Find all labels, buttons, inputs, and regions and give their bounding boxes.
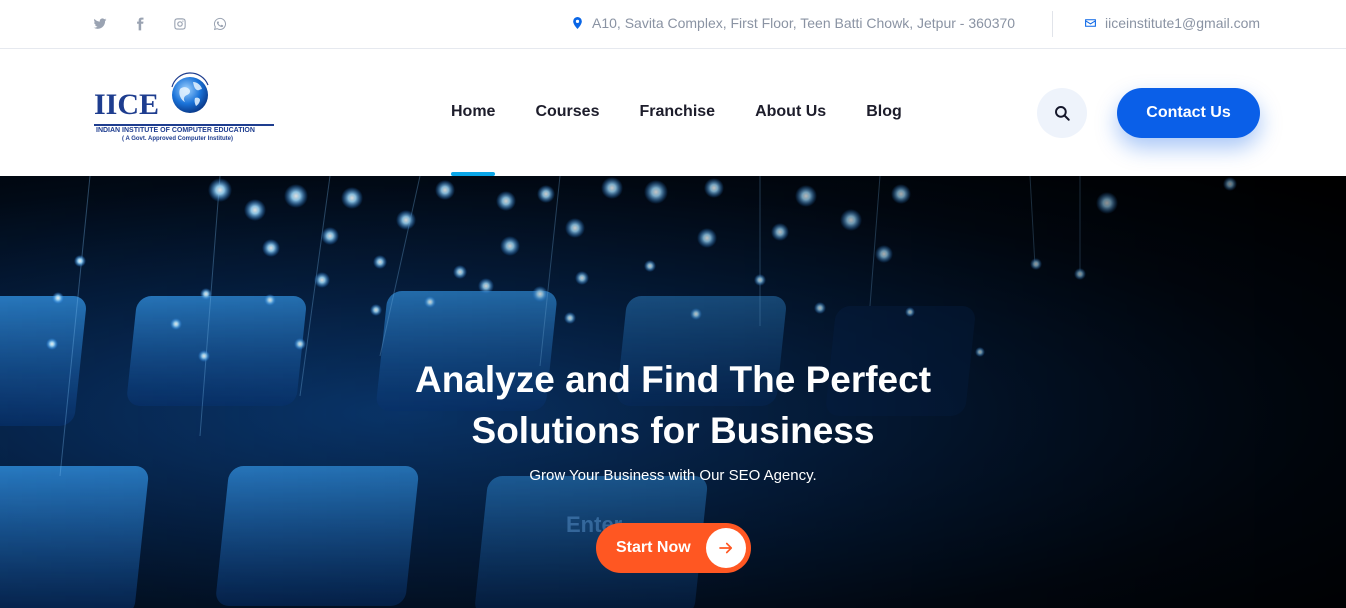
social-links bbox=[92, 16, 252, 32]
whatsapp-icon[interactable] bbox=[212, 16, 228, 32]
contact-us-button[interactable]: Contact Us bbox=[1117, 88, 1260, 138]
nav-courses[interactable]: Courses bbox=[535, 103, 599, 121]
address: A10, Savita Complex, First Floor, Teen B… bbox=[571, 15, 1015, 31]
map-pin-icon bbox=[573, 17, 582, 29]
search-button[interactable] bbox=[1037, 88, 1087, 138]
email-text[interactable]: iiceinstitute1@gmail.com bbox=[1105, 15, 1260, 31]
start-now-button[interactable]: Start Now bbox=[596, 523, 751, 573]
divider bbox=[1052, 11, 1053, 37]
logo-subtitle: INDIAN INSTITUTE OF COMPUTER EDUCATION bbox=[96, 127, 255, 134]
nav-blog[interactable]: Blog bbox=[866, 103, 902, 121]
search-icon bbox=[1055, 106, 1070, 121]
email[interactable]: iiceinstitute1@gmail.com bbox=[1084, 15, 1260, 31]
main-header: IICE INDIAN INSTITUTE OF COMPUTER EDUCAT… bbox=[0, 50, 1346, 176]
logo-text: IICE bbox=[94, 88, 160, 121]
nav-franchise[interactable]: Franchise bbox=[639, 103, 715, 121]
logo[interactable]: IICE INDIAN INSTITUTE OF COMPUTER EDUCAT… bbox=[92, 68, 278, 144]
main-nav: Home Courses Franchise About Us Blog bbox=[451, 103, 942, 176]
twitter-icon[interactable] bbox=[92, 16, 108, 32]
start-now-label: Start Now bbox=[616, 539, 691, 556]
instagram-icon[interactable] bbox=[172, 16, 188, 32]
logo-tagline: ( A Govt. Approved Computer Institute) bbox=[122, 136, 233, 142]
hero-banner: Enter Analyze and Find The Perfect Solut… bbox=[0, 176, 1346, 608]
hero-title-line2: Solutions for Business bbox=[471, 410, 875, 451]
envelope-icon bbox=[1085, 19, 1096, 27]
hero-title: Analyze and Find The Perfect Solutions f… bbox=[323, 354, 1023, 456]
hero-title-line1: Analyze and Find The Perfect bbox=[414, 359, 932, 400]
address-text: A10, Savita Complex, First Floor, Teen B… bbox=[592, 15, 1016, 31]
arrow-right-icon bbox=[706, 528, 746, 568]
nav-home[interactable]: Home bbox=[451, 103, 496, 176]
facebook-icon[interactable] bbox=[132, 16, 148, 32]
globe-icon bbox=[171, 72, 209, 113]
top-bar: A10, Savita Complex, First Floor, Teen B… bbox=[0, 0, 1346, 49]
hero-tagline: Grow Your Business with Our SEO Agency. bbox=[529, 467, 817, 484]
nav-about-us[interactable]: About Us bbox=[755, 103, 826, 121]
logo-rule bbox=[94, 124, 274, 126]
